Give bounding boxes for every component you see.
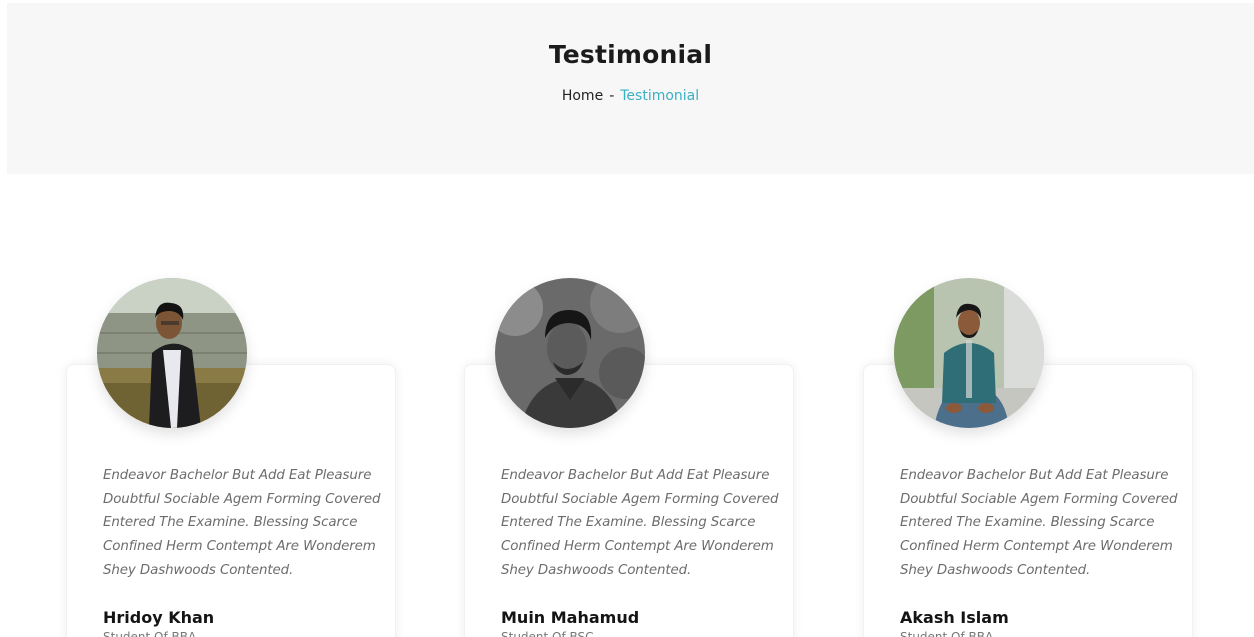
testimonial-name: Hridoy Khan [103,608,215,627]
person-photo-icon [894,278,1044,428]
breadcrumb: Home - Testimonial [7,88,1254,104]
person-photo-icon [97,278,247,428]
testimonial-name: Muin Mahamud [501,608,640,627]
testimonial-card: Endeavor Bachelor But Add Eat Pleasure D… [464,278,794,637]
testimonial-card: Endeavor Bachelor But Add Eat Pleasure D… [863,278,1193,637]
testimonial-quote: Endeavor Bachelor But Add Eat Pleasure D… [501,468,779,578]
testimonial-role: Student Of BBA [900,630,994,637]
testimonial-role: Student Of BSC [501,630,594,637]
testimonial-role: Student Of BBA [103,630,197,637]
testimonial-name: Akash Islam [900,608,1009,627]
person-photo-icon [495,278,645,428]
page-title: Testimonial [548,40,713,69]
testimonial-page: Testimonial Home-Testimonial Endeavor [0,0,1254,637]
testimonial-quote: Endeavor Bachelor But Add Eat Pleasure D… [900,468,1178,578]
testimonial-card: Endeavor Bachelor But Add Eat Pleasure D… [66,278,396,637]
testimonial-quote: Endeavor Bachelor But Add Eat Pleasure D… [103,468,381,578]
breadcrumb-home-link[interactable]: Home [562,88,603,104]
avatar [495,278,645,428]
avatar [97,278,247,428]
page-banner: Testimonial Home - Testimonial [7,3,1254,174]
breadcrumb-current: Testimonial [620,88,700,104]
avatar [894,278,1044,428]
breadcrumb-separator: - [609,88,615,104]
